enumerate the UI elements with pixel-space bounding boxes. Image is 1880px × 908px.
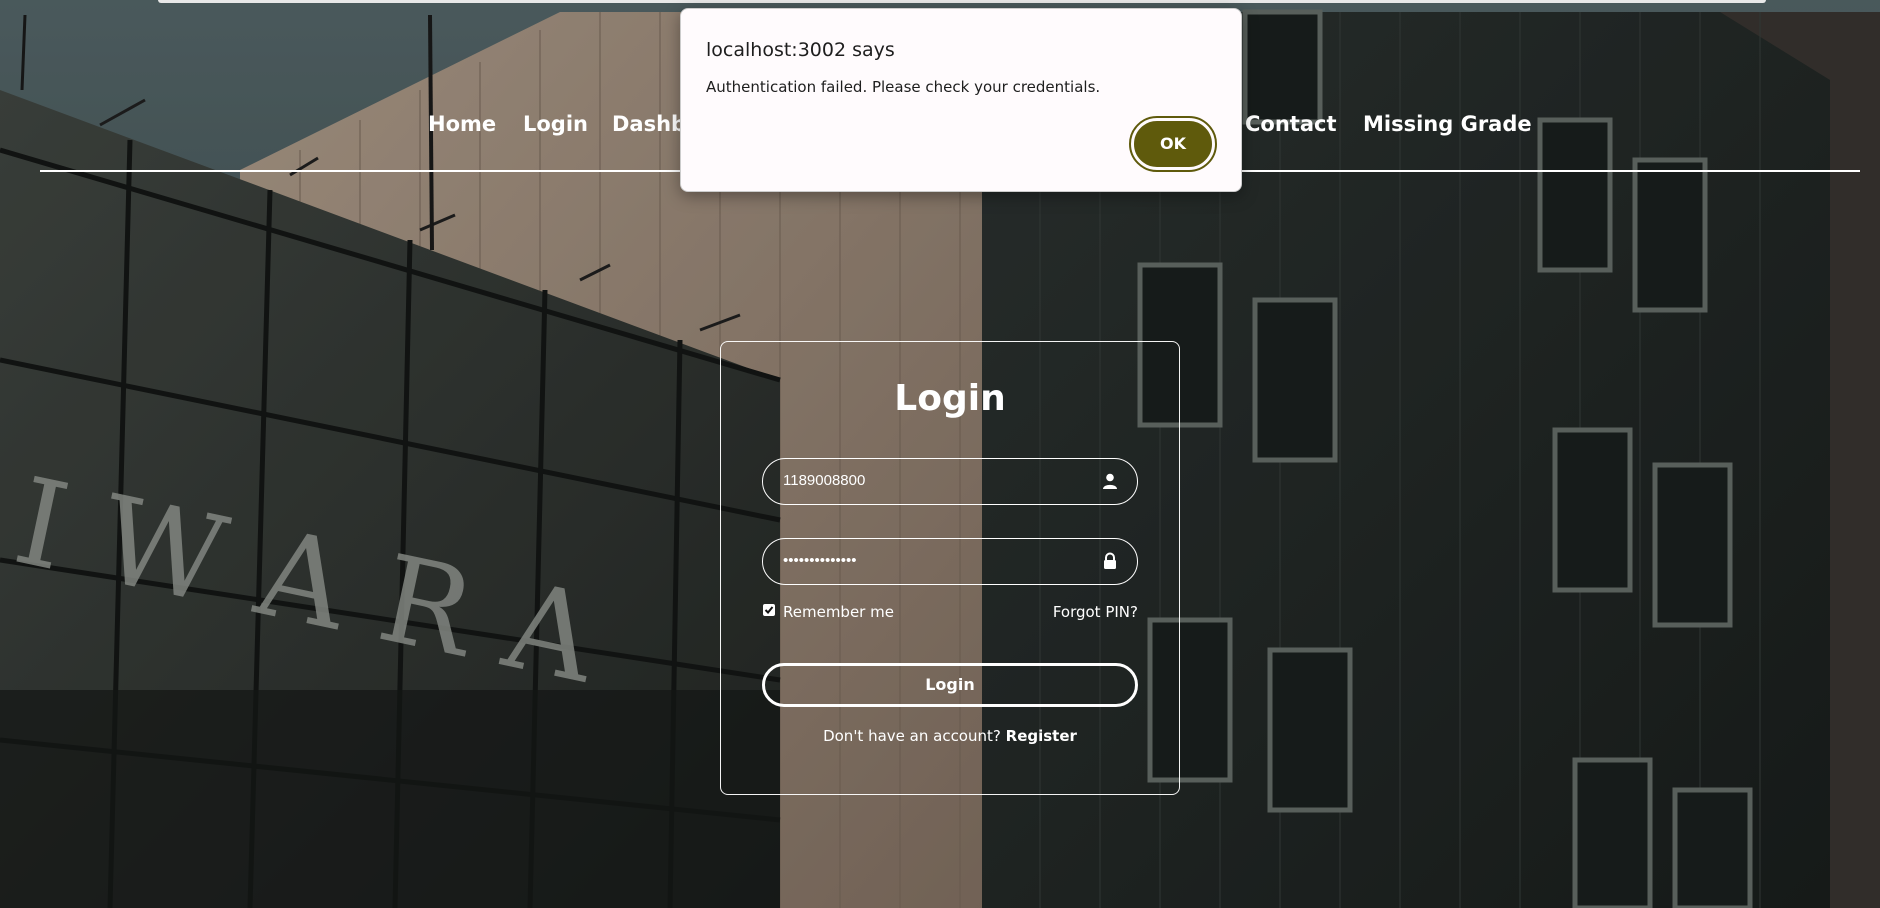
remember-checkbox[interactable] (763, 604, 775, 616)
username-field[interactable]: 1189008800 (762, 458, 1138, 505)
login-form: Login 1189008800 •••••••••••••• Remember… (720, 341, 1180, 795)
nav-missing-grade[interactable]: Missing Grade (1363, 112, 1532, 136)
dialog-message: Authentication failed. Please check your… (706, 78, 1101, 96)
alert-dialog: localhost:3002 says Authentication faile… (680, 8, 1242, 192)
checkmark-icon (764, 606, 774, 614)
ok-button[interactable]: OK (1129, 116, 1217, 172)
remember-label: Remember me (783, 603, 894, 621)
lock-icon (1104, 552, 1116, 569)
password-value: •••••••••••••• (783, 552, 857, 569)
forgot-pin-link[interactable]: Forgot PIN? (1053, 603, 1138, 621)
username-value: 1189008800 (783, 472, 866, 489)
user-icon (1103, 473, 1117, 489)
login-button[interactable]: Login (762, 663, 1138, 707)
login-title: Login (894, 378, 1006, 419)
register-prompt-text: Don't have an account? (823, 727, 1001, 745)
nav-contact[interactable]: Contact (1245, 112, 1337, 136)
register-link[interactable]: Register (1006, 727, 1077, 745)
nav-home[interactable]: Home (428, 112, 496, 136)
nav-login[interactable]: Login (523, 112, 588, 136)
password-field[interactable]: •••••••••••••• (762, 538, 1138, 585)
nav-dashboard[interactable]: Dashb (612, 112, 686, 136)
dialog-title: localhost:3002 says (706, 39, 895, 61)
browser-top-bar (158, 0, 1766, 3)
register-prompt: Don't have an account? Register (721, 727, 1179, 745)
remember-me[interactable]: Remember me (763, 603, 894, 621)
